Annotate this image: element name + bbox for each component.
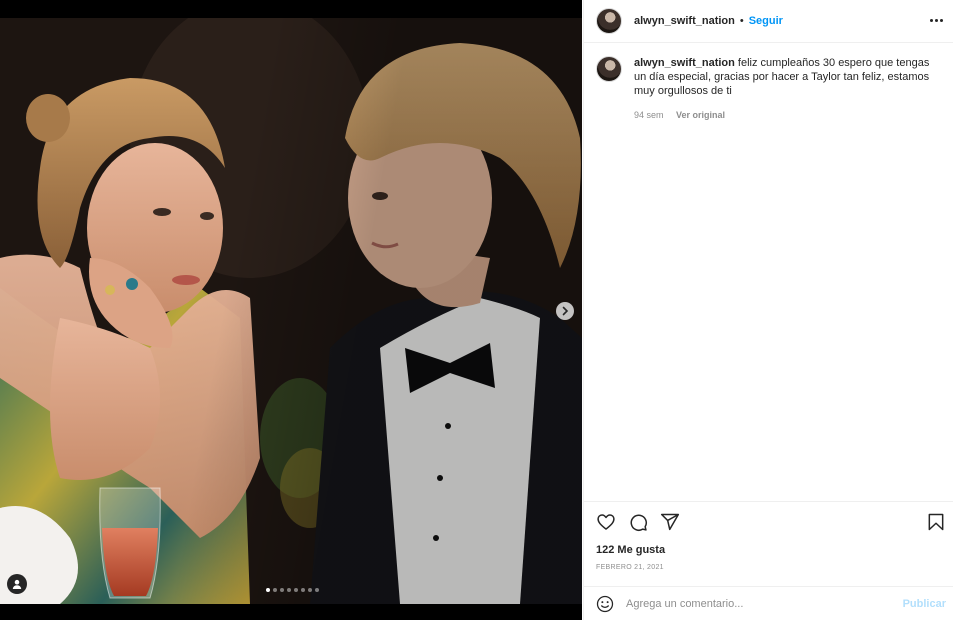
photo-shade xyxy=(0,18,582,604)
follow-button[interactable]: Seguir xyxy=(749,15,783,27)
publish-button[interactable]: Publicar xyxy=(903,598,946,610)
comment-bubble-icon xyxy=(630,514,648,532)
header-separator: • xyxy=(739,15,744,27)
comment-bar: Publicar xyxy=(584,586,953,621)
carousel-dot xyxy=(301,588,305,592)
post-age[interactable]: 94 sem xyxy=(634,110,664,120)
author-avatar[interactable] xyxy=(596,8,622,34)
smiley-icon xyxy=(596,595,614,613)
paper-plane-icon xyxy=(660,513,680,531)
see-original-link[interactable]: Ver original xyxy=(676,110,725,120)
like-button[interactable] xyxy=(596,512,616,532)
carousel-next-button[interactable] xyxy=(556,302,574,320)
post-media xyxy=(0,0,582,620)
caption-username[interactable]: alwyn_swift_nation xyxy=(634,57,735,69)
likes-count[interactable]: 122 Me gusta xyxy=(596,544,665,556)
user-tag-icon xyxy=(12,579,22,589)
post-caption: alwyn_swift_nation feliz cumpleaños 30 e… xyxy=(596,56,942,122)
carousel-indicator xyxy=(266,588,319,592)
carousel-dot xyxy=(294,588,298,592)
caption-avatar[interactable] xyxy=(596,56,622,82)
save-button[interactable] xyxy=(926,512,946,532)
comment-input[interactable] xyxy=(624,597,898,611)
carousel-dot xyxy=(280,588,284,592)
more-options-icon[interactable] xyxy=(928,12,944,28)
action-icons xyxy=(596,512,680,532)
heart-icon xyxy=(597,514,615,530)
carousel-dot xyxy=(273,588,277,592)
carousel-dot xyxy=(315,588,319,592)
post-actions: 122 Me gusta FEBRERO 21, 2021 xyxy=(584,501,953,586)
bookmark-icon xyxy=(928,513,944,531)
carousel-dot xyxy=(308,588,312,592)
caption-meta: 94 sem Ver original xyxy=(634,108,934,122)
post-side-panel: alwyn_swift_nation • Seguir alwyn_swift_… xyxy=(583,0,953,620)
author-username[interactable]: alwyn_swift_nation xyxy=(634,15,735,27)
emoji-button[interactable] xyxy=(596,595,614,613)
user-tag-button[interactable] xyxy=(7,574,27,594)
post-date[interactable]: FEBRERO 21, 2021 xyxy=(596,564,664,571)
caption-body: alwyn_swift_nation feliz cumpleaños 30 e… xyxy=(634,56,934,122)
post-header: alwyn_swift_nation • Seguir xyxy=(584,0,953,43)
post-photo[interactable] xyxy=(0,18,582,604)
share-button[interactable] xyxy=(660,512,680,532)
carousel-dot xyxy=(266,588,270,592)
carousel-dot xyxy=(287,588,291,592)
chevron-right-icon xyxy=(562,306,569,316)
comment-button[interactable] xyxy=(628,512,648,532)
